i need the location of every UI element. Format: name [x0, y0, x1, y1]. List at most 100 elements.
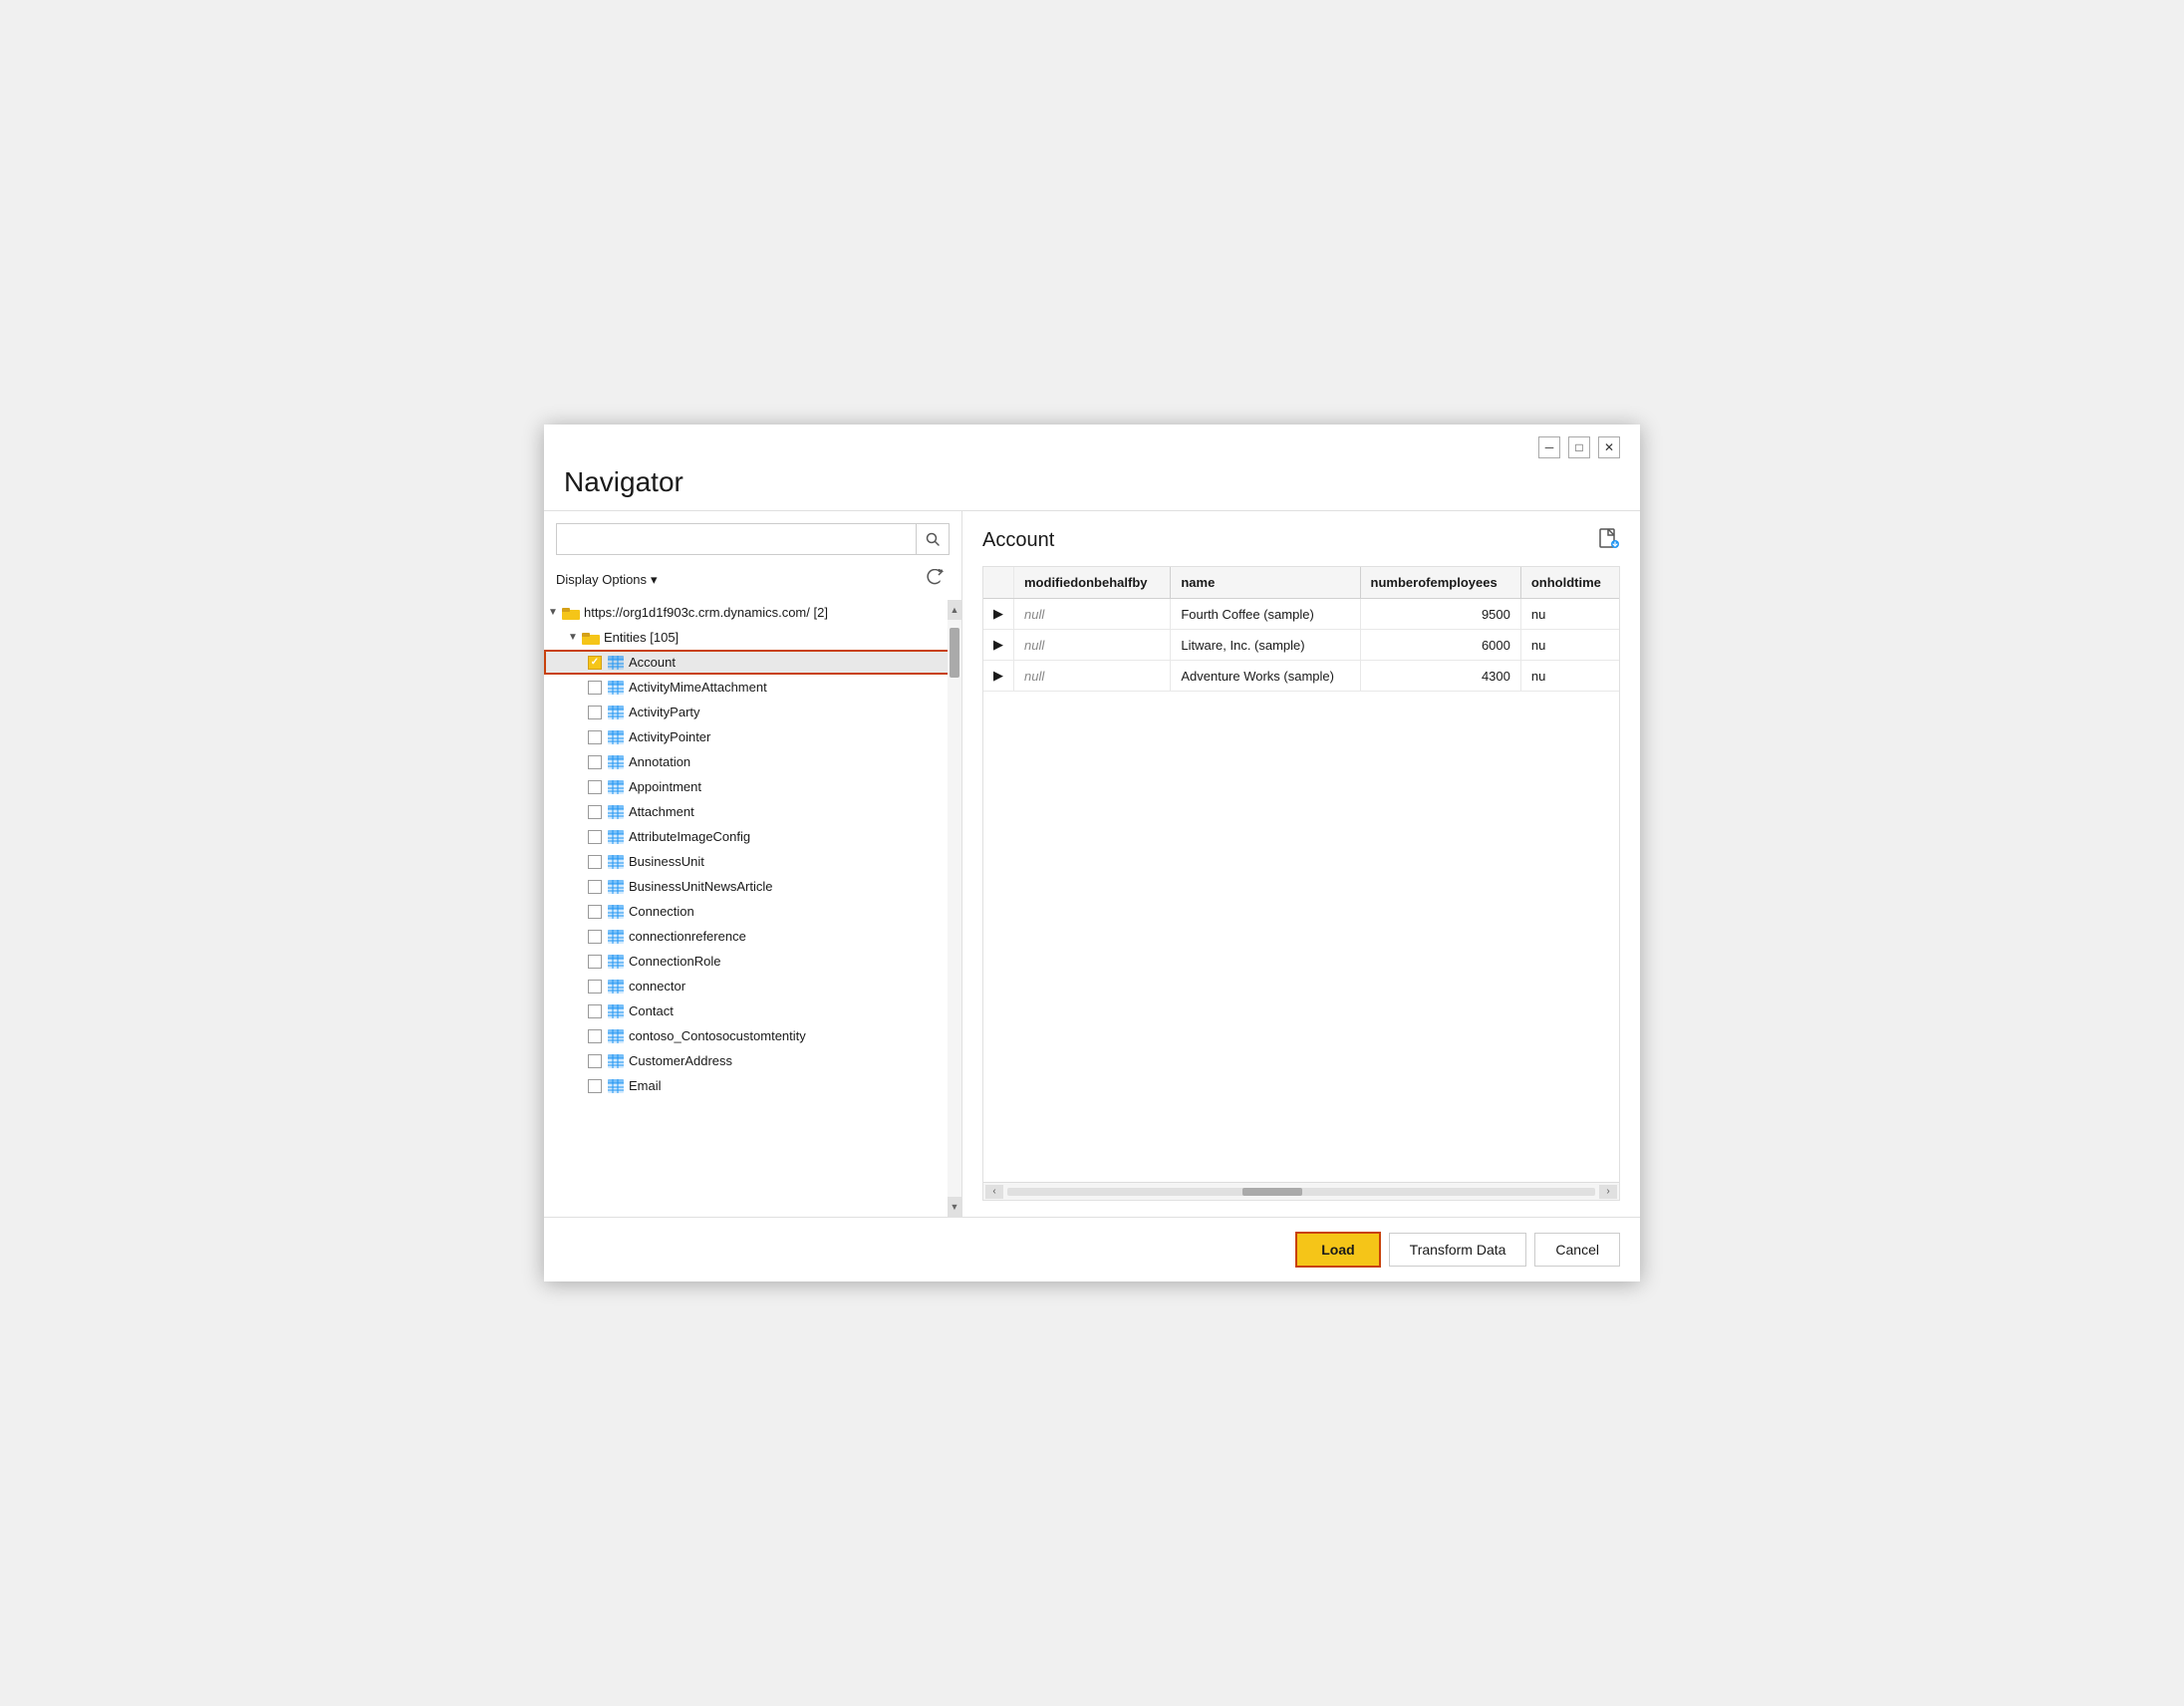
checkbox-customeraddress[interactable]	[588, 1054, 602, 1068]
entity-item-contosocustom[interactable]: contoso_Contosocustomtentity	[544, 1023, 961, 1048]
checkbox-connectionrole[interactable]	[588, 955, 602, 969]
search-input[interactable]	[556, 523, 916, 555]
entities-label: Entities [105]	[604, 630, 679, 645]
cell-employees-2: 6000	[1360, 630, 1520, 661]
display-options-label: Display Options	[556, 572, 647, 587]
scroll-up-button[interactable]: ▲	[948, 600, 961, 620]
entity-item-connectionreference[interactable]: connectionreference	[544, 924, 961, 949]
dropdown-arrow-icon: ▾	[651, 572, 658, 588]
entity-item-attachment[interactable]: Attachment	[544, 799, 961, 824]
table-icon-connector	[608, 980, 624, 994]
search-icon	[926, 532, 940, 546]
entity-item-businessunitnewsarticle[interactable]: BusinessUnitNewsArticle	[544, 874, 961, 899]
entity-item-account[interactable]: Account	[544, 650, 961, 675]
entity-label-customeraddress: CustomerAddress	[629, 1053, 732, 1068]
scroll-left-button[interactable]: ‹	[985, 1185, 1003, 1199]
entity-item-connectionrole[interactable]: ConnectionRole	[544, 949, 961, 974]
cell-modifiedonbehalfby-2: null	[1014, 630, 1171, 661]
left-panel: Display Options ▾ ▼	[544, 511, 962, 1217]
checkbox-activityparty[interactable]	[588, 706, 602, 719]
entity-item-connection[interactable]: Connection	[544, 899, 961, 924]
checkbox-contact[interactable]	[588, 1004, 602, 1018]
entity-item-connector[interactable]: connector	[544, 974, 961, 998]
entity-label-attachment: Attachment	[629, 804, 694, 819]
table-icon-attributeimageconfig	[608, 830, 624, 844]
minimize-button[interactable]: ─	[1538, 436, 1560, 458]
cell-onholdtime-1: nu	[1520, 599, 1619, 630]
title-bar: ─ □ ✕	[544, 425, 1640, 466]
entity-item-customeraddress[interactable]: CustomerAddress	[544, 1048, 961, 1073]
tree-root-item[interactable]: ▼ https://org1d1f903c.crm.dynamics.com/ …	[544, 600, 961, 625]
table-icon-email	[608, 1079, 624, 1093]
checkbox-connectionreference[interactable]	[588, 930, 602, 944]
root-folder-icon	[562, 606, 580, 620]
table-header-row: modifiedonbehalfby name numberofemployee…	[983, 567, 1619, 599]
scroll-down-button[interactable]: ▼	[948, 1197, 961, 1217]
checkbox-attachment[interactable]	[588, 805, 602, 819]
refresh-button[interactable]	[920, 567, 950, 592]
display-options-button[interactable]: Display Options ▾	[556, 572, 658, 588]
page-title: Navigator	[544, 466, 1640, 510]
close-button[interactable]: ✕	[1598, 436, 1620, 458]
table-icon-activityparty	[608, 706, 624, 719]
checkbox-annotation[interactable]	[588, 755, 602, 769]
table-icon-connectionreference	[608, 930, 624, 944]
maximize-button[interactable]: □	[1568, 436, 1590, 458]
entity-item-appointment[interactable]: Appointment	[544, 774, 961, 799]
checkbox-appointment[interactable]	[588, 780, 602, 794]
col-header-onholdtime: onholdtime	[1520, 567, 1619, 599]
cancel-button[interactable]: Cancel	[1534, 1233, 1620, 1267]
checkbox-businessunit[interactable]	[588, 855, 602, 869]
cell-name-2: Litware, Inc. (sample)	[1171, 630, 1360, 661]
entity-item-activityparty[interactable]: ActivityParty	[544, 700, 961, 724]
bottom-bar: Load Transform Data Cancel	[544, 1217, 1640, 1281]
entity-label-connectionrole: ConnectionRole	[629, 954, 721, 969]
entity-item-contact[interactable]: Contact	[544, 998, 961, 1023]
checkbox-connection[interactable]	[588, 905, 602, 919]
entity-item-activitypointer[interactable]: ActivityPointer	[544, 724, 961, 749]
scroll-thumb[interactable]	[950, 628, 959, 678]
scroll-track	[1007, 1188, 1595, 1196]
cell-name-1: Fourth Coffee (sample)	[1171, 599, 1360, 630]
checkbox-email[interactable]	[588, 1079, 602, 1093]
cell-employees-3: 4300	[1360, 661, 1520, 692]
table-row: ▶ null Adventure Works (sample) 4300 nu	[983, 661, 1619, 692]
right-panel-title: Account	[982, 529, 1054, 552]
entities-node[interactable]: ▼ Entities [105]	[544, 625, 961, 650]
table-icon-businessunitnewsarticle	[608, 880, 624, 894]
entity-label-contosocustom: contoso_Contosocustomtentity	[629, 1028, 806, 1043]
entity-label-activitypointer: ActivityPointer	[629, 729, 710, 744]
checkbox-connector[interactable]	[588, 980, 602, 994]
checkbox-businessunitnewsarticle[interactable]	[588, 880, 602, 894]
entity-item-annotation[interactable]: Annotation	[544, 749, 961, 774]
table-icon-appointment	[608, 780, 624, 794]
load-button[interactable]: Load	[1295, 1232, 1380, 1268]
export-icon[interactable]	[1598, 527, 1620, 554]
transform-data-button[interactable]: Transform Data	[1389, 1233, 1527, 1267]
cell-onholdtime-3: nu	[1520, 661, 1619, 692]
checkbox-account[interactable]	[588, 656, 602, 670]
checkbox-activitymimeattachment[interactable]	[588, 681, 602, 695]
scroll-right-button[interactable]: ›	[1599, 1185, 1617, 1199]
checkbox-attributeimageconfig[interactable]	[588, 830, 602, 844]
entity-item-email[interactable]: Email	[544, 1073, 961, 1098]
entity-label-annotation: Annotation	[629, 754, 690, 769]
col-header-numberofemployees: numberofemployees	[1360, 567, 1520, 599]
table-icon-connection	[608, 905, 624, 919]
folder-icon	[562, 606, 580, 620]
scroll-thumb-h[interactable]	[1242, 1188, 1302, 1196]
horizontal-scrollbar: ‹ ›	[983, 1182, 1619, 1200]
entity-label-email: Email	[629, 1078, 662, 1093]
folder-icon-entities	[582, 631, 600, 645]
entity-label-attributeimageconfig: AttributeImageConfig	[629, 829, 750, 844]
table-icon-activitymimeattachment	[608, 681, 624, 695]
entity-item-businessunit[interactable]: BusinessUnit	[544, 849, 961, 874]
cell-onholdtime-2: nu	[1520, 630, 1619, 661]
checkbox-contosocustom[interactable]	[588, 1029, 602, 1043]
entity-item-attributeimageconfig[interactable]: AttributeImageConfig	[544, 824, 961, 849]
entity-item-activitymimeattachment[interactable]: ActivityMimeAttachment	[544, 675, 961, 700]
checkbox-activitypointer[interactable]	[588, 730, 602, 744]
search-button[interactable]	[916, 523, 950, 555]
table-icon-connectionrole	[608, 955, 624, 969]
data-table-wrapper: modifiedonbehalfby name numberofemployee…	[982, 566, 1620, 1201]
